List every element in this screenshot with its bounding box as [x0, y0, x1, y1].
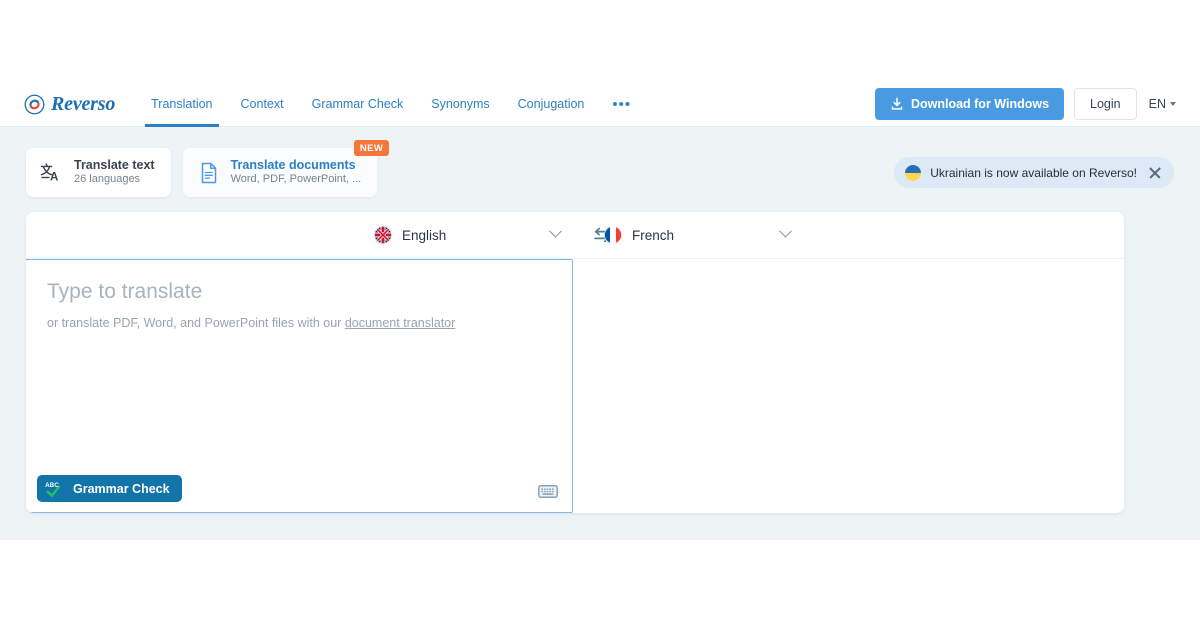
- grammar-check-label: Grammar Check: [73, 482, 170, 496]
- language-selector-bar: English: [26, 212, 1124, 259]
- nav-item-synonyms[interactable]: Synonyms: [417, 82, 503, 127]
- mode-subtitle: 26 languages: [74, 173, 155, 187]
- uk-flag-icon: [374, 226, 392, 244]
- interface-language-label: EN: [1149, 97, 1166, 111]
- grammar-check-button[interactable]: ABC Grammar Check: [37, 475, 182, 502]
- notification-text: Ukrainian is now available on Reverso!: [930, 166, 1137, 180]
- nav-item-context[interactable]: Context: [227, 82, 298, 127]
- abc-check-icon: ABC: [45, 480, 65, 498]
- chevron-down-icon: [779, 224, 792, 237]
- logo[interactable]: Reverso: [24, 82, 115, 127]
- nav-more-icon[interactable]: •••: [598, 82, 645, 127]
- download-for-windows-button[interactable]: Download for Windows: [875, 88, 1064, 120]
- new-badge: NEW: [354, 140, 389, 156]
- document-translator-link[interactable]: document translator: [345, 316, 455, 330]
- download-icon: [890, 97, 904, 111]
- document-icon: [197, 161, 221, 185]
- hint-prefix-text: or translate PDF, Word, and PowerPoint f…: [47, 316, 345, 330]
- mode-subtitle: Word, PDF, PowerPoint, ...: [231, 173, 362, 187]
- translate-mode-tabs: 文 A Translate text 26 languages Translat…: [26, 148, 377, 197]
- source-text-pane[interactable]: Type to translate or translate PDF, Word…: [26, 259, 573, 513]
- svg-text:A: A: [50, 171, 58, 183]
- virtual-keyboard-button[interactable]: [538, 484, 558, 499]
- page-root: Reverso Translation Context Grammar Chec…: [0, 0, 1200, 630]
- close-icon[interactable]: [1148, 166, 1162, 180]
- site-header: Reverso Translation Context Grammar Chec…: [0, 82, 1200, 127]
- mode-card-translate-documents[interactable]: Translate documents Word, PDF, PowerPoin…: [183, 148, 378, 197]
- translate-text-icon: 文 A: [40, 161, 64, 185]
- mode-card-translate-text[interactable]: 文 A Translate text 26 languages: [26, 148, 171, 197]
- main-nav: Translation Context Grammar Check Synony…: [137, 82, 645, 127]
- chevron-down-icon: [1170, 102, 1176, 106]
- translator-card: English: [26, 212, 1124, 513]
- target-language-select[interactable]: French: [604, 212, 790, 259]
- nav-item-grammar-check[interactable]: Grammar Check: [298, 82, 418, 127]
- chevron-down-icon: [549, 224, 562, 237]
- download-button-label: Download for Windows: [911, 97, 1049, 111]
- mode-card-text-block: Translate documents Word, PDF, PowerPoin…: [231, 158, 362, 187]
- target-language-label: French: [632, 228, 674, 243]
- document-translator-hint: or translate PDF, Word, and PowerPoint f…: [47, 316, 455, 330]
- translation-panes: Type to translate or translate PDF, Word…: [26, 259, 1124, 513]
- logo-text: Reverso: [51, 93, 115, 116]
- nav-item-conjugation[interactable]: Conjugation: [504, 82, 599, 127]
- reverso-cycle-icon: [24, 94, 45, 115]
- interface-language-switch[interactable]: EN: [1147, 97, 1178, 111]
- source-input-placeholder: Type to translate: [47, 280, 202, 304]
- login-button[interactable]: Login: [1074, 88, 1137, 120]
- nav-item-translation[interactable]: Translation: [137, 82, 226, 127]
- mode-title: Translate documents: [231, 158, 362, 174]
- source-language-select[interactable]: English: [374, 212, 560, 259]
- source-language-label: English: [402, 228, 446, 243]
- notification-banner: Ukrainian is now available on Reverso!: [894, 157, 1174, 188]
- mode-title: Translate text: [74, 158, 155, 174]
- keyboard-icon: [538, 484, 558, 499]
- target-text-pane[interactable]: [573, 259, 1124, 513]
- france-flag-icon: [604, 226, 622, 244]
- mode-card-text-block: Translate text 26 languages: [74, 158, 155, 187]
- header-actions: Download for Windows Login EN: [875, 88, 1178, 120]
- ukraine-flag-icon: [905, 165, 921, 181]
